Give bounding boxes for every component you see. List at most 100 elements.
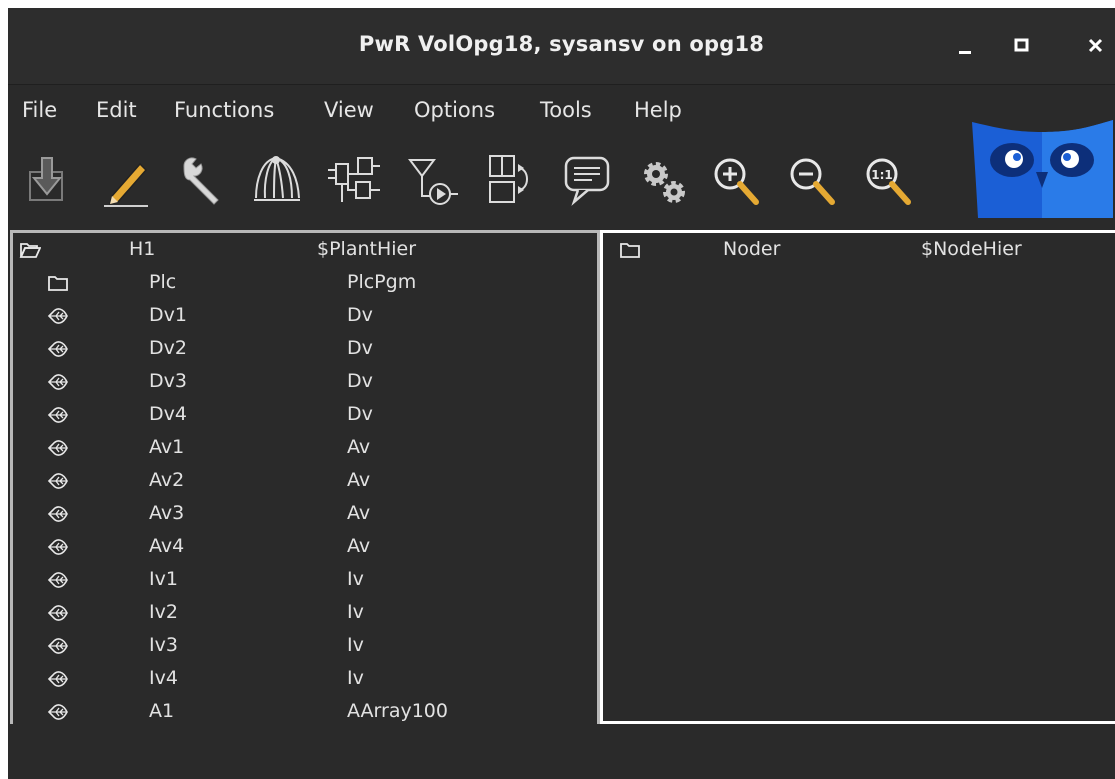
trace-icon [408, 159, 458, 205]
owl-logo-icon [972, 120, 1113, 218]
io-config-icon [489, 155, 528, 203]
menu-help[interactable]: Help [634, 98, 682, 122]
close-button[interactable] [1082, 32, 1110, 60]
tools-button[interactable] [174, 150, 230, 210]
menu-options[interactable]: Options [414, 98, 495, 122]
zoom-in-icon [714, 158, 759, 205]
edit-button[interactable] [98, 150, 154, 210]
plant-hierarchy-panel[interactable]: H1 $PlantHier Plc PlcPgm Dv1 Dv Dv2 Dv Dv3 Dv Dv4 D… [10, 230, 600, 728]
node-hierarchy-panel[interactable]: Noder $NodeHier [600, 230, 1115, 724]
object-class: $PlantHier [317, 238, 417, 260]
menu-edit[interactable]: Edit [96, 98, 137, 122]
folder-icon [47, 272, 69, 294]
zoom-reset-icon: 1:1 [866, 158, 911, 205]
object-class: Av [347, 436, 371, 458]
object-class: Av [347, 469, 371, 491]
folder-icon [619, 239, 641, 261]
status-bar [8, 724, 1115, 779]
leaf-icon [47, 503, 69, 525]
object-name: Plc [149, 271, 177, 293]
leaf-icon [47, 404, 69, 426]
minimize-button[interactable] [952, 32, 980, 60]
minimize-icon [959, 51, 971, 54]
edit-pencil-icon [104, 162, 148, 207]
object-class: Iv [347, 667, 364, 689]
object-class: Dv [347, 337, 373, 359]
tree-row[interactable]: Iv2 Iv [13, 596, 597, 629]
svg-text:1:1: 1:1 [871, 168, 893, 182]
object-name: Dv2 [149, 337, 187, 359]
plc-program-button[interactable] [326, 150, 382, 210]
menu-functions[interactable]: Functions [174, 98, 274, 122]
leaf-icon [47, 371, 69, 393]
menu-file[interactable]: File [22, 98, 57, 122]
io-config-button[interactable] [484, 150, 540, 210]
leaf-icon [47, 437, 69, 459]
object-class: Iv [347, 634, 364, 656]
import-icon [29, 157, 63, 201]
leaf-icon [47, 470, 69, 492]
tree-row[interactable]: Av2 Av [13, 464, 597, 497]
plc-program-icon [328, 157, 380, 202]
object-class: $NodeHier [921, 238, 1022, 260]
object-name: H1 [129, 238, 156, 260]
tree-row[interactable]: Iv3 Iv [13, 629, 597, 662]
object-class: Dv [347, 304, 373, 326]
message-icon [564, 156, 610, 206]
leaf-icon [47, 569, 69, 591]
toolbar: 1:1 [8, 140, 968, 224]
object-class: Av [347, 535, 371, 557]
tree-row[interactable]: Iv4 Iv [13, 662, 597, 695]
object-name: Av4 [149, 535, 185, 557]
tree-row[interactable]: H1 $PlantHier [13, 233, 597, 266]
settings-gears-icon [644, 162, 685, 203]
leaf-icon [47, 305, 69, 327]
message-button[interactable] [560, 150, 616, 210]
maximize-button[interactable] [1008, 32, 1036, 60]
object-name: Av2 [149, 469, 185, 491]
zoom-reset-button[interactable]: 1:1 [860, 150, 916, 210]
import-button[interactable] [22, 150, 78, 210]
object-name: Av1 [149, 436, 185, 458]
tree-row[interactable]: Av1 Av [13, 431, 597, 464]
window-title: PwR VolOpg18, sysansv on opg18 [358, 32, 765, 56]
object-class: Av [347, 502, 371, 524]
tree-row[interactable]: Noder $NodeHier [603, 233, 1115, 266]
object-name: Noder [723, 238, 781, 260]
leaf-icon [47, 635, 69, 657]
tree-row[interactable]: Av3 Av [13, 497, 597, 530]
tree-row[interactable]: Av4 Av [13, 530, 597, 563]
tree-row[interactable]: Plc PlcPgm [13, 266, 597, 299]
menu-tools[interactable]: Tools [540, 98, 592, 122]
tree-row[interactable]: Iv1 Iv [13, 563, 597, 596]
leaf-icon [47, 338, 69, 360]
tree-row[interactable]: Dv1 Dv [13, 299, 597, 332]
leaf-icon [47, 668, 69, 690]
tree-row[interactable]: Dv3 Dv [13, 365, 597, 398]
object-class: Iv [347, 568, 364, 590]
app-window: PwR VolOpg18, sysansv on opg18 File Edit… [8, 8, 1115, 779]
trace-button[interactable] [404, 150, 460, 210]
leaf-icon [47, 536, 69, 558]
leaf-icon [47, 701, 69, 723]
owl-logo [968, 102, 1115, 218]
object-name: Iv4 [149, 667, 178, 689]
maximize-icon [1014, 38, 1029, 52]
zoom-out-icon [790, 158, 835, 205]
tree-row[interactable]: Dv4 Dv [13, 398, 597, 431]
object-name: A1 [149, 700, 175, 722]
object-class: AArray100 [347, 700, 448, 722]
object-name: Iv2 [149, 601, 178, 623]
wrench-icon [183, 157, 219, 205]
menu-view[interactable]: View [324, 98, 374, 122]
title-bar[interactable]: PwR VolOpg18, sysansv on opg18 [8, 8, 1115, 85]
tree-row[interactable]: Dv2 Dv [13, 332, 597, 365]
plant-hierarchy-button[interactable] [248, 150, 304, 210]
object-name: Dv3 [149, 370, 187, 392]
object-name: Dv1 [149, 304, 187, 326]
zoom-out-button[interactable] [784, 150, 840, 210]
settings-button[interactable] [636, 150, 692, 210]
object-name: Iv1 [149, 568, 178, 590]
zoom-in-button[interactable] [708, 150, 764, 210]
plant-hierarchy-icon [254, 156, 300, 201]
